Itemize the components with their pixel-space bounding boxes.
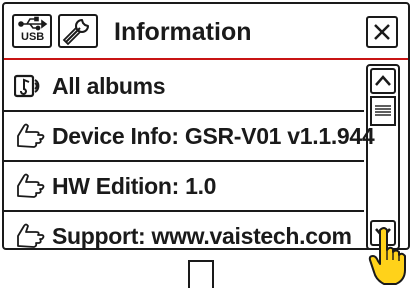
header-divider	[4, 58, 408, 60]
music-note-icon	[14, 74, 40, 98]
scrollbar[interactable]	[366, 64, 400, 250]
hand-pointer-icon	[17, 173, 45, 198]
page-title: Information	[114, 18, 252, 46]
device-screen: USB Information All albums Device Info: …	[2, 2, 410, 250]
list-item-label: HW Edition: 1.0	[52, 173, 217, 199]
close-button[interactable]	[366, 16, 398, 48]
usb-label: USB	[21, 31, 45, 43]
list-item-hw-edition[interactable]: HW Edition: 1.0	[4, 162, 362, 210]
wrench-icon	[62, 19, 89, 46]
scroll-up-button[interactable]	[370, 68, 396, 94]
list-item-all-albums[interactable]: All albums	[4, 62, 362, 110]
chevron-up-icon	[375, 75, 391, 86]
settings-button[interactable]	[58, 14, 98, 48]
usb-button[interactable]: USB	[12, 14, 52, 48]
grip-lines-icon	[375, 105, 391, 116]
list-item-device-info[interactable]: Device Info: GSR-V01 v1.1.944	[4, 112, 375, 160]
hand-pointer-icon	[17, 223, 45, 248]
tap-hand-icon	[368, 227, 406, 285]
list-item-label: Device Info: GSR-V01 v1.1.944	[52, 123, 375, 149]
close-icon	[374, 24, 390, 40]
list-item-label: Support: www.vaistech.com	[52, 223, 352, 249]
list-item-support[interactable]: Support: www.vaistech.com	[4, 212, 362, 260]
list-item-label: All albums	[52, 73, 166, 99]
scroll-thumb[interactable]	[370, 96, 396, 126]
hardware-key-outline	[188, 260, 214, 288]
header-bar: USB Information	[4, 4, 408, 58]
hand-pointer-icon	[17, 123, 45, 148]
